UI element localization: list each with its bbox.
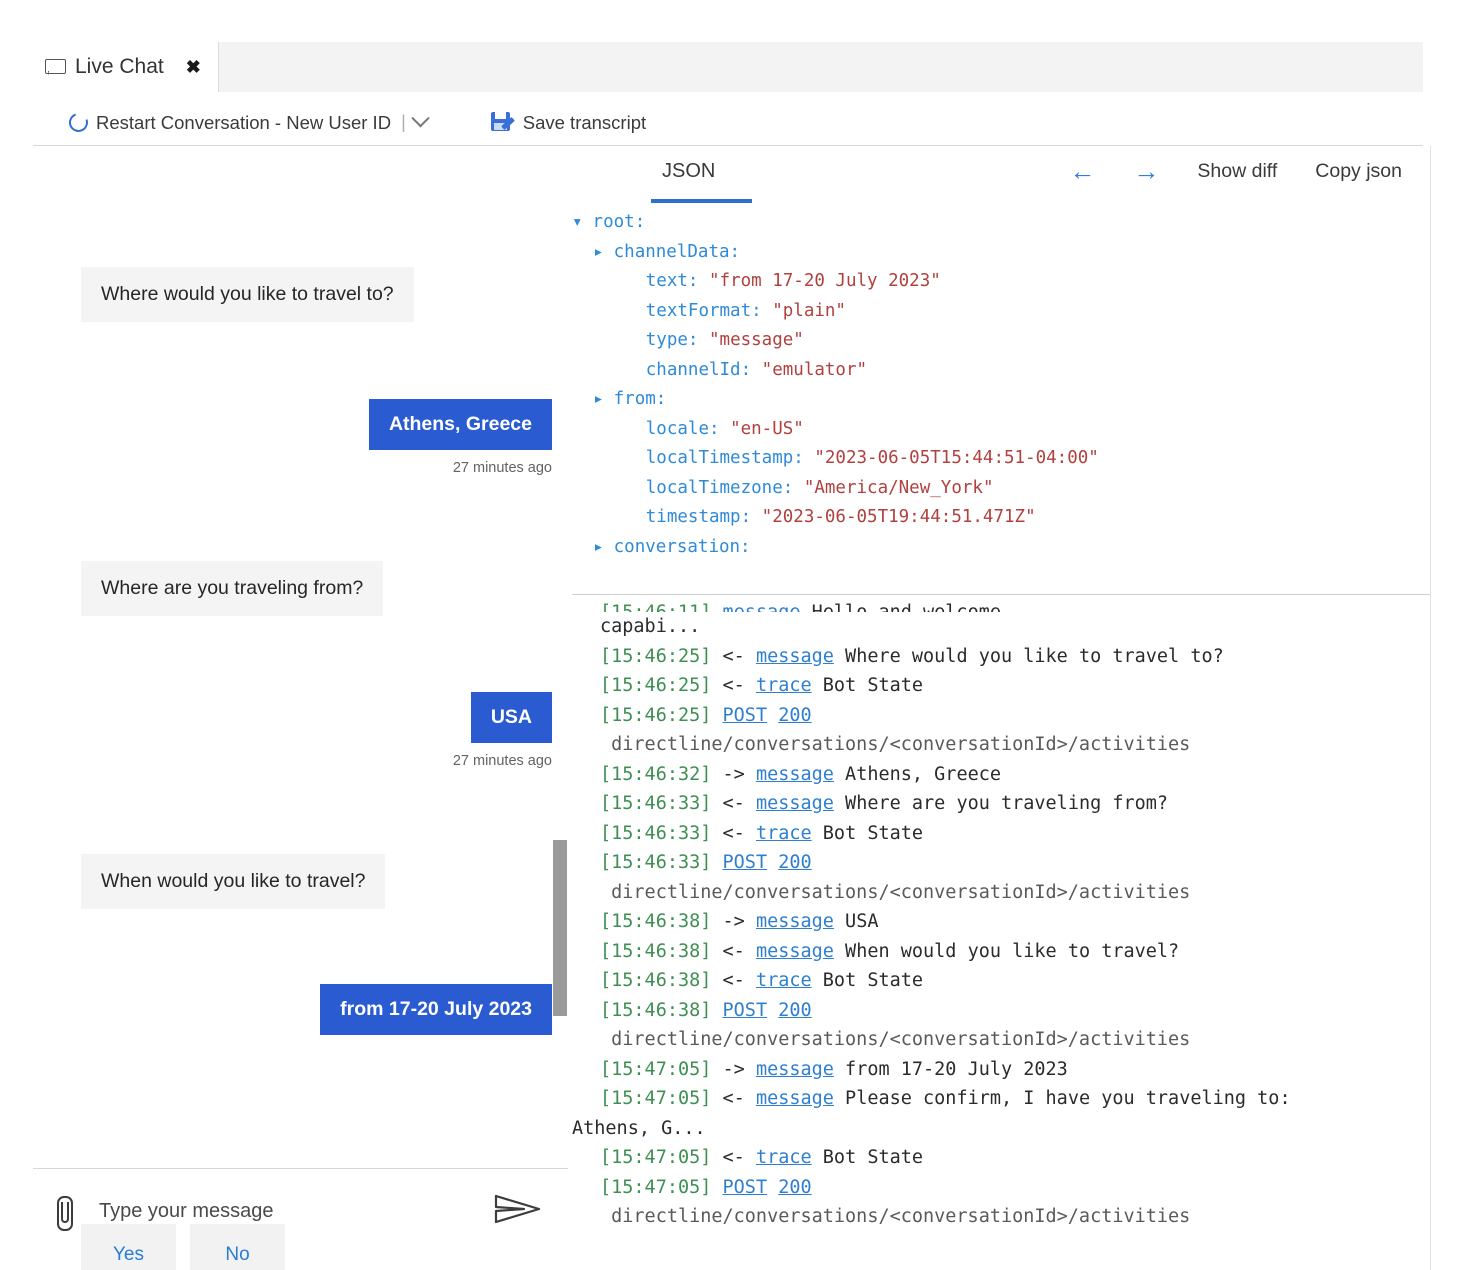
tab-live-chat-label: Live Chat <box>75 55 164 79</box>
log-line-activity[interactable]: [15:47:05] <- trace Bot State <box>572 1143 1457 1173</box>
tab-json[interactable]: JSON <box>662 160 715 183</box>
log-line-continuation: Athens, G... <box>572 1114 1457 1144</box>
arrow-left-icon[interactable]: ← <box>1069 158 1095 184</box>
chat-message-bot: Where would you like to travel to? <box>81 267 414 322</box>
log-line-url: directline/conversations/<conversationId… <box>572 1025 1457 1055</box>
json-line[interactable]: ▾ root: <box>572 208 1430 238</box>
chat-transcript-pane: Where would you like to travel to? Athen… <box>33 146 568 1270</box>
tab-strip-empty <box>218 42 1423 92</box>
paperclip-icon[interactable] <box>53 1195 73 1229</box>
json-line: timestamp: "2023-06-05T19:44:51.471Z" <box>572 503 1430 533</box>
tab-live-chat[interactable]: Live Chat ✖ <box>33 42 218 92</box>
chat-transcript: Where would you like to travel to? Athen… <box>33 146 568 1166</box>
json-line: type: "message" <box>572 326 1430 356</box>
log-line-activity[interactable]: [15:46:25] <- trace Bot State <box>572 671 1457 701</box>
message-bubble: When would you like to travel? <box>81 854 385 909</box>
json-line: localTimestamp: "2023-06-05T15:44:51-04:… <box>572 444 1430 474</box>
log-line-fragment: capabi... <box>572 612 1457 642</box>
message-send-box <box>33 1169 568 1254</box>
json-line: channelId: "emulator" <box>572 356 1430 386</box>
message-bubble: from 17-20 July 2023 <box>320 984 552 1035</box>
inspector-divider <box>572 594 1430 595</box>
close-icon[interactable]: ✖ <box>186 58 201 76</box>
log-line-activity[interactable]: [15:46:25] <- message Where would you li… <box>572 642 1457 672</box>
log-line-request[interactable]: [15:46:38] POST 200 <box>572 996 1457 1026</box>
log-line-activity[interactable]: [15:47:05] <- message Please confirm, I … <box>572 1084 1457 1114</box>
chat-message-bot: Where are you traveling from? <box>81 561 383 616</box>
chat-message-user: Athens, Greece 27 minutes ago <box>81 399 552 476</box>
log-line-request[interactable]: [15:46:25] POST 200 <box>572 701 1457 731</box>
json-line[interactable]: ▸ channelData: <box>572 238 1430 268</box>
save-transcript-button[interactable]: Save transcript <box>491 112 646 134</box>
copy-json-button[interactable]: Copy json <box>1315 160 1402 183</box>
chat-message-bot: When would you like to travel? <box>81 854 385 909</box>
json-line: textFormat: "plain" <box>572 297 1430 327</box>
inspector-right-border <box>1430 146 1431 1270</box>
chat-message-user: from 17-20 July 2023 <box>81 984 552 1035</box>
restart-conversation-label: Restart Conversation - New User ID <box>96 112 391 134</box>
json-line: locale: "en-US" <box>572 415 1430 445</box>
tab-strip: Live Chat ✖ <box>33 42 1423 92</box>
log-line-activity[interactable]: [15:46:33] <- message Where are you trav… <box>572 789 1457 819</box>
message-bubble: Athens, Greece <box>369 399 552 450</box>
json-line: localTimezone: "America/New_York" <box>572 474 1430 504</box>
toolbar-separator: | <box>401 112 406 133</box>
message-timestamp: 27 minutes ago <box>81 753 552 769</box>
message-bubble: Where would you like to travel to? <box>81 267 414 322</box>
chat-bubble-icon <box>45 59 65 76</box>
chat-message-user: USA 27 minutes ago <box>81 692 552 769</box>
log-panel[interactable]: [15:46:11] message Hello and welcomecapa… <box>572 598 1457 1270</box>
message-timestamp: 27 minutes ago <box>81 460 552 476</box>
save-disk-pencil-icon <box>491 112 515 134</box>
chevron-down-icon[interactable] <box>411 109 429 127</box>
chat-toolbar: Restart Conversation - New User ID | Sav… <box>33 100 1423 145</box>
chat-scrollbar-thumb[interactable] <box>553 840 567 1016</box>
restart-conversation-button[interactable]: Restart Conversation - New User ID <box>69 112 391 134</box>
send-paper-plane-icon[interactable] <box>494 1192 542 1231</box>
message-bubble: USA <box>471 692 552 743</box>
tab-json-underline <box>651 199 752 203</box>
log-line-url: directline/conversations/<conversationId… <box>572 878 1457 908</box>
arrow-right-icon[interactable]: → <box>1133 158 1159 184</box>
log-line-request[interactable]: [15:47:05] POST 200 <box>572 1173 1457 1203</box>
message-bubble: Where are you traveling from? <box>81 561 383 616</box>
restart-circle-icon <box>69 113 88 132</box>
show-diff-button[interactable]: Show diff <box>1197 160 1277 183</box>
log-line-activity[interactable]: [15:46:38] -> message USA <box>572 907 1457 937</box>
log-line-request[interactable]: [15:46:33] POST 200 <box>572 848 1457 878</box>
message-input[interactable] <box>99 1200 494 1223</box>
chat-scrollbar[interactable] <box>553 146 567 1176</box>
log-line-activity[interactable]: [15:46:38] <- message When would you lik… <box>572 937 1457 967</box>
log-line-url: directline/conversations/<conversationId… <box>572 1202 1457 1232</box>
inspector-header: JSON ← → Show diff Copy json <box>572 146 1430 206</box>
log-line-clipped: [15:46:11] message Hello and welcome <box>572 598 1457 612</box>
json-line: text: "from 17-20 July 2023" <box>572 267 1430 297</box>
bot-emulator-window: Live Chat ✖ Restart Conversation - New U… <box>0 0 1457 1270</box>
log-line-url: directline/conversations/<conversationId… <box>572 730 1457 760</box>
log-line-activity[interactable]: [15:47:05] -> message from 17-20 July 20… <box>572 1055 1457 1085</box>
json-line[interactable]: ▸ conversation: <box>572 533 1430 563</box>
log-line-activity[interactable]: [15:46:32] -> message Athens, Greece <box>572 760 1457 790</box>
json-line[interactable]: ▸ from: <box>572 385 1430 415</box>
log-line-activity[interactable]: [15:46:33] <- trace Bot State <box>572 819 1457 849</box>
inspector-pane: JSON ← → Show diff Copy json ▾ root: ▸ c… <box>572 146 1457 1270</box>
save-transcript-label: Save transcript <box>523 112 646 134</box>
log-line-activity[interactable]: [15:46:38] <- trace Bot State <box>572 966 1457 996</box>
